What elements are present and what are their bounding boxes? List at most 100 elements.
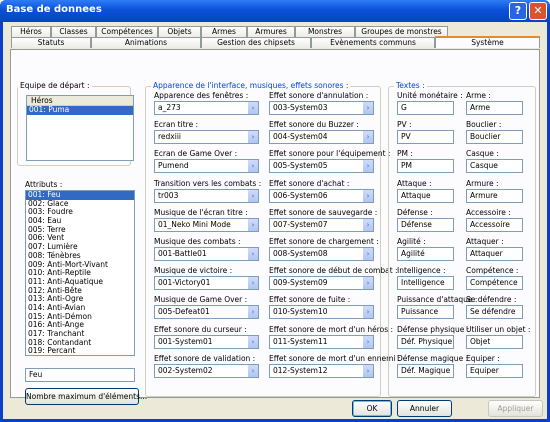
value-field[interactable]: PV xyxy=(397,130,454,145)
browse-arrow-icon[interactable]: › xyxy=(247,102,258,114)
browse-arrow-icon[interactable]: › xyxy=(247,335,258,348)
tab-row2-item[interactable]: Gestion des chipsets xyxy=(201,37,311,48)
value-field[interactable]: tr003 › xyxy=(154,188,259,203)
value-field[interactable]: Déf. Magique xyxy=(397,363,454,378)
value-field[interactable]: 01_Neko Mini Mode › xyxy=(154,217,259,232)
value-field[interactable]: Se défendre xyxy=(466,305,523,320)
value-field[interactable]: Puissance xyxy=(397,305,454,320)
value-field[interactable]: Compétence xyxy=(466,276,523,291)
browse-arrow-icon[interactable]: › xyxy=(362,102,373,114)
value-field[interactable]: 001-Victory01 › xyxy=(154,276,259,291)
help-button[interactable]: ? xyxy=(509,2,527,20)
browse-arrow-icon[interactable]: › xyxy=(362,131,373,144)
browse-arrow-icon[interactable]: › xyxy=(362,277,373,290)
tab-row1-item[interactable]: Héros xyxy=(11,26,51,37)
value-field[interactable]: 008-System08 › xyxy=(269,247,374,261)
browse-arrow-icon[interactable]: › xyxy=(362,364,373,377)
field-value: 005-System05 xyxy=(273,161,328,171)
browse-arrow-icon[interactable]: › xyxy=(247,277,258,290)
value-field[interactable]: 009-System09 › xyxy=(269,276,374,291)
value-field[interactable]: Agilité xyxy=(397,247,454,261)
value-field[interactable]: Attaquer xyxy=(466,247,523,261)
tab-row2-item[interactable]: Système xyxy=(435,36,540,48)
value-field[interactable]: Défense xyxy=(397,217,454,232)
attribute-name-field[interactable]: Feu xyxy=(25,368,135,382)
value-field[interactable]: 005-System05 › xyxy=(269,159,374,174)
field-label: Musique de victoire : xyxy=(154,266,233,276)
value-field[interactable]: 001-System01 › xyxy=(154,334,259,349)
tab-row2-item[interactable]: Evènements communs xyxy=(311,37,435,48)
ok-button[interactable]: OK xyxy=(352,400,392,417)
field-value: G xyxy=(401,103,407,112)
value-field[interactable]: 004-System04 › xyxy=(269,130,374,145)
value-field[interactable]: Arme xyxy=(466,101,523,115)
value-field[interactable]: Pumend › xyxy=(154,159,259,174)
value-field[interactable]: 010-System10 › xyxy=(269,305,374,320)
apply-button[interactable]: Appliquer xyxy=(488,400,543,417)
close-button[interactable]: ✕ xyxy=(529,2,547,20)
tab-row1-item[interactable]: Armures xyxy=(247,26,295,37)
browse-arrow-icon[interactable]: › xyxy=(362,248,373,260)
value-field[interactable]: 005-Defeat01 › xyxy=(154,305,259,320)
field-value: Objet xyxy=(470,336,491,346)
value-field[interactable]: Attaque xyxy=(397,188,454,203)
title-bar[interactable]: Base de donnees ? ✕ xyxy=(0,0,550,22)
field-value: Agilité xyxy=(401,249,425,258)
field-label: Ecran de Game Over : xyxy=(154,149,238,159)
field-value: redxiii xyxy=(158,132,181,142)
max-elements-button[interactable]: Nombre maximum d'éléments... xyxy=(25,388,147,405)
value-field[interactable]: 001-Battle01 › xyxy=(154,247,259,261)
value-field[interactable]: 007-System07 › xyxy=(269,217,374,232)
field-label: Effet sonore de chargement : xyxy=(269,237,379,246)
value-field[interactable]: PM xyxy=(397,159,454,174)
tab-row1-item[interactable]: Monstres xyxy=(295,26,355,37)
browse-arrow-icon[interactable]: › xyxy=(247,218,258,231)
tab-row2-item[interactable]: Animations xyxy=(91,37,201,48)
attributes-list[interactable]: 001: Feu 002: Glace 003: Foudre 004: Eau 005… xyxy=(25,190,135,356)
tab-row1-item[interactable]: Compétences xyxy=(96,26,158,37)
attribute-list-item[interactable]: 019: Percant xyxy=(26,347,134,355)
field-label: Bouclier : xyxy=(466,120,502,130)
field-value: 004-System04 xyxy=(273,132,328,142)
value-field[interactable]: redxiii › xyxy=(154,130,259,145)
tab-row2-item[interactable]: Statuts xyxy=(11,37,91,48)
party-list[interactable]: Héros 001: Puma xyxy=(26,95,134,161)
field-value: 008-System08 xyxy=(273,249,328,258)
value-field[interactable]: Déf. Physique xyxy=(397,334,454,349)
browse-arrow-icon[interactable]: › xyxy=(247,189,258,202)
party-member[interactable]: 001: Puma xyxy=(27,105,133,115)
browse-arrow-icon[interactable]: › xyxy=(247,131,258,144)
browse-arrow-icon[interactable]: › xyxy=(362,335,373,348)
browse-arrow-icon[interactable]: › xyxy=(362,189,373,202)
value-field[interactable]: 011-System11 › xyxy=(269,334,374,349)
value-field[interactable]: 003-System03 › xyxy=(269,101,374,115)
browse-arrow-icon[interactable]: › xyxy=(362,160,373,173)
field-value: 010-System10 xyxy=(273,307,328,317)
value-field[interactable]: Casque xyxy=(466,159,523,174)
value-field[interactable]: 006-System06 › xyxy=(269,188,374,203)
value-field[interactable]: 012-System12 › xyxy=(269,363,374,378)
value-field[interactable]: Accessoire xyxy=(466,217,523,232)
value-field[interactable]: 002-System02 › xyxy=(154,363,259,378)
tab-row1-item[interactable]: Armes xyxy=(201,26,247,37)
value-field[interactable]: a_273 › xyxy=(154,101,259,115)
value-field[interactable]: Bouclier xyxy=(466,130,523,145)
value-field[interactable]: Objet xyxy=(466,334,523,349)
browse-arrow-icon[interactable]: › xyxy=(247,160,258,173)
browse-arrow-icon[interactable]: › xyxy=(247,364,258,377)
browse-arrow-icon[interactable]: › xyxy=(362,218,373,231)
party-legend: Equipe de départ : xyxy=(18,81,92,90)
value-field[interactable]: G xyxy=(397,101,454,115)
field-value: Equiper xyxy=(470,365,499,375)
browse-arrow-icon[interactable]: › xyxy=(362,306,373,319)
browse-arrow-icon[interactable]: › xyxy=(247,306,258,319)
value-field[interactable]: Equiper xyxy=(466,363,523,378)
field-value: Attaquer xyxy=(470,249,503,258)
tab-row1-item[interactable]: Classes xyxy=(51,26,96,37)
value-field[interactable]: Intelligence xyxy=(397,276,454,291)
browse-arrow-icon[interactable]: › xyxy=(247,248,258,260)
system-tab-panel: Equipe de départ : Héros 001: Puma Attri… xyxy=(10,49,540,405)
value-field[interactable]: Armure xyxy=(466,188,523,203)
cancel-button[interactable]: Annuler xyxy=(397,400,452,417)
tab-row1-item[interactable]: Objets xyxy=(158,26,201,37)
